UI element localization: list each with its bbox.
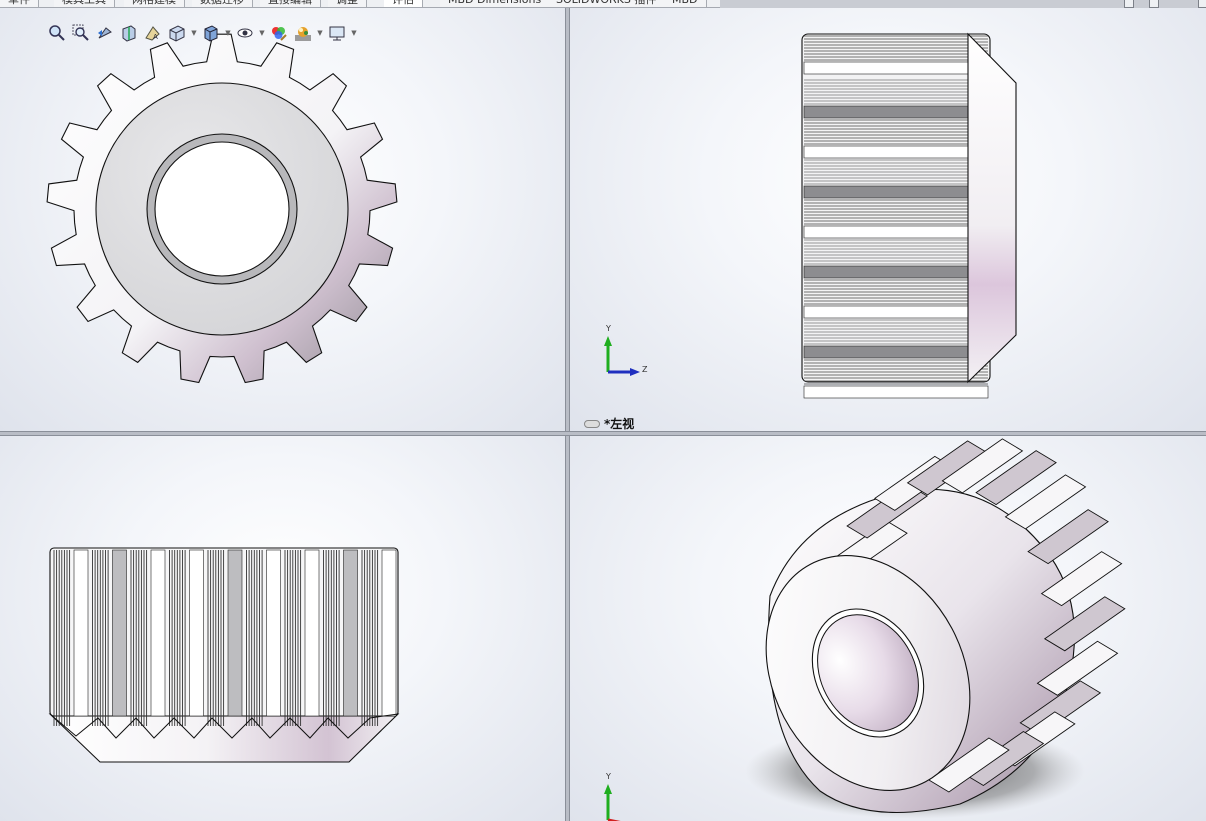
viewport-next-icon[interactable] (1149, 0, 1159, 8)
viewport-top[interactable] (0, 436, 565, 821)
gear-bore (154, 141, 290, 277)
tab-mbd[interactable]: MBD (664, 0, 707, 7)
viewport-left[interactable]: Y Z (570, 8, 1206, 431)
viewport-splitter-vertical[interactable] (565, 8, 570, 821)
view-orientation-dropdown-icon[interactable]: ▼ (190, 22, 198, 44)
hide-show-dropdown-icon[interactable]: ▼ (258, 22, 266, 44)
gear-teeth-columns (49, 547, 399, 739)
gear-left-view (801, 32, 1017, 399)
apply-scene-dropdown-icon[interactable]: ▼ (316, 22, 324, 44)
hide-show-items-icon[interactable] (234, 22, 256, 44)
viewport-front[interactable]: A ▼ ▼ ▼ ▼ ▼ (0, 8, 565, 431)
zoom-to-fit-icon[interactable] (46, 22, 68, 44)
tab-adjust[interactable]: 调整 (328, 0, 367, 7)
command-manager-tabs: 草件 模具工具 网格建模 数据迁移 直接编辑 调整 评估 MBD Dimensi… (0, 0, 720, 8)
tab-sketch[interactable]: 草件 (0, 0, 39, 7)
tab-direct-editing[interactable]: 直接编辑 (260, 0, 321, 7)
zoom-to-area-icon[interactable] (70, 22, 92, 44)
tab-evaluate[interactable]: 评估 (384, 0, 423, 7)
section-view-icon[interactable] (118, 22, 140, 44)
triad-iso-y-label: Y (606, 772, 611, 781)
apply-scene-icon[interactable] (292, 22, 314, 44)
tab-data-migration[interactable]: 数据迁移 (192, 0, 253, 7)
display-style-dropdown-icon[interactable]: ▼ (224, 22, 232, 44)
gear-top-view (48, 547, 400, 763)
view-name: *左视 (604, 417, 635, 431)
coordinate-triad: Y Z (600, 324, 648, 383)
view-orientation-label: *左视 (584, 415, 634, 432)
coordinate-triad-iso: Y (600, 772, 648, 821)
viewport-isometric[interactable]: Y (570, 436, 1206, 821)
triad-z-label: Z (642, 365, 648, 374)
previous-view-icon[interactable] (94, 22, 116, 44)
display-style-icon[interactable] (200, 22, 222, 44)
gear-front-view (46, 33, 398, 384)
view-settings-dropdown-icon[interactable]: ▼ (350, 22, 358, 44)
gear-side-face (967, 32, 1017, 384)
link-views-icon[interactable] (584, 419, 600, 428)
triad-y-label: Y (606, 324, 611, 333)
viewport-prev-icon[interactable] (1124, 0, 1134, 8)
view-settings-icon[interactable] (326, 22, 348, 44)
tab-solidworks-addins[interactable]: SOLIDWORKS 插件 (548, 0, 666, 7)
tab-mbd-dimensions[interactable]: MBD Dimensions (440, 0, 551, 7)
gear-teeth-bands (801, 33, 991, 399)
tab-mold-tools[interactable]: 模具工具 (54, 0, 115, 7)
svg-text:A: A (153, 33, 158, 41)
edit-appearance-icon[interactable] (268, 22, 290, 44)
view-orientation-icon[interactable] (166, 22, 188, 44)
tab-mesh-modeling[interactable]: 网格建模 (124, 0, 185, 7)
viewport-maximize-icon[interactable] (1198, 0, 1206, 8)
gear-isometric-view (745, 438, 1126, 819)
heads-up-view-toolbar: A ▼ ▼ ▼ ▼ ▼ (46, 22, 358, 44)
dynamic-annotation-icon[interactable]: A (142, 22, 164, 44)
